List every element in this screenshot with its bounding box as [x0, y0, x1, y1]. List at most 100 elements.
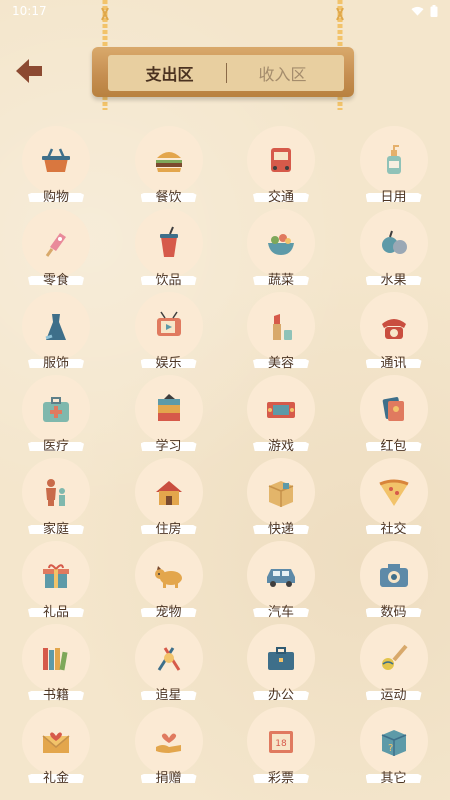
category-item[interactable]: 礼金 — [0, 701, 113, 786]
category-item[interactable]: 书籍 — [0, 618, 113, 703]
category-label: 彩票 — [267, 771, 294, 786]
category-icon-circle — [134, 375, 203, 443]
category-icon-circle — [22, 458, 90, 526]
parcel-icon — [268, 481, 294, 507]
category-icon-circle — [247, 292, 315, 360]
question-box-icon: ? — [381, 730, 406, 756]
category-item[interactable]: 购物 — [0, 120, 113, 205]
status-time: 10:17 — [12, 4, 47, 18]
category-item[interactable]: 水果 — [338, 203, 450, 288]
category-item[interactable]: 零食 — [0, 203, 113, 288]
category-icon-circle — [22, 541, 90, 609]
svg-text:?: ? — [388, 743, 393, 754]
house-icon — [155, 481, 182, 505]
dog-icon — [154, 566, 182, 588]
category-item[interactable]: 饮品 — [113, 203, 226, 288]
category-label: 其它 — [380, 771, 407, 786]
books-icon — [157, 394, 180, 421]
category-icon-circle — [359, 209, 428, 277]
category-item[interactable]: 通讯 — [338, 286, 450, 371]
family-icon — [46, 479, 65, 506]
category-icon-circle — [134, 707, 203, 775]
battery-icon — [430, 5, 438, 17]
category-icon-circle — [134, 292, 203, 360]
category-label: 捐赠 — [155, 771, 182, 786]
category-icon-circle — [134, 209, 203, 277]
category-icon-circle: 18 — [247, 707, 315, 775]
tab-expense[interactable]: 支出区 — [122, 61, 218, 85]
telephone-icon — [381, 319, 406, 339]
category-item[interactable]: 数码 — [338, 535, 450, 620]
category-icon-circle — [22, 375, 90, 443]
burger-icon — [155, 152, 182, 172]
basket-icon — [42, 148, 70, 172]
red-envelope-icon — [382, 397, 404, 421]
category-icon-circle — [359, 292, 428, 360]
category-item[interactable]: 宠物 — [113, 535, 226, 620]
category-icon-circle — [22, 209, 90, 277]
category-item[interactable]: 家庭 — [0, 452, 113, 537]
category-item[interactable]: 游戏 — [225, 369, 338, 454]
status-bar: 10:17 — [0, 0, 450, 22]
category-icon-circle — [247, 458, 315, 526]
category-item[interactable]: 美容 — [225, 286, 338, 371]
category-icon-circle — [247, 209, 315, 277]
category-icon-circle — [134, 458, 203, 526]
category-item[interactable]: 服饰 — [0, 286, 113, 371]
briefcase-icon — [268, 647, 294, 670]
category-item[interactable]: 餐饮 — [113, 120, 226, 205]
popsicle-icon — [45, 233, 66, 257]
donation-icon — [155, 733, 181, 753]
back-arrow-icon — [16, 59, 42, 83]
category-icon-circle — [359, 126, 428, 194]
sports-icon — [381, 644, 408, 670]
bus-icon — [271, 148, 291, 172]
drink-cup-icon — [159, 226, 178, 257]
bookshelf-icon — [43, 648, 68, 671]
gift-icon — [43, 564, 69, 588]
category-item[interactable]: 娱乐 — [113, 286, 226, 371]
category-icon-circle — [247, 541, 315, 609]
category-item[interactable]: ? 其它 — [338, 701, 450, 786]
category-item[interactable]: 社交 — [338, 452, 450, 537]
category-icon-circle — [359, 375, 428, 443]
category-item[interactable]: 住房 — [113, 452, 226, 537]
category-item[interactable]: 汽车 — [225, 535, 338, 620]
category-icon-circle — [247, 624, 315, 692]
salad-bowl-icon — [268, 234, 294, 255]
category-icon-circle — [134, 624, 203, 692]
svg-text:18: 18 — [275, 739, 287, 749]
category-item[interactable]: 日用 — [338, 120, 450, 205]
category-icon-circle: ? — [359, 707, 428, 775]
category-label: 礼金 — [42, 771, 69, 786]
category-icon-circle — [247, 375, 315, 443]
category-item[interactable]: 办公 — [225, 618, 338, 703]
category-item[interactable]: 礼品 — [0, 535, 113, 620]
category-item[interactable]: 捐赠 — [113, 701, 226, 786]
category-icon-circle — [134, 126, 203, 194]
category-item[interactable]: 运动 — [338, 618, 450, 703]
tab-income[interactable]: 收入区 — [235, 61, 331, 85]
category-icon-circle — [359, 458, 428, 526]
category-item[interactable]: 交通 — [225, 120, 338, 205]
medical-kit-icon — [43, 397, 69, 422]
lipstick-icon — [273, 314, 292, 340]
category-item[interactable]: 18 彩票 — [225, 701, 338, 786]
category-grid: 购物 餐饮 交通 日用零食 饮品 蔬菜 水果服饰 娱乐 美容 通讯医疗 学习 游戏 红包家庭 住房 快递 社交… — [0, 120, 450, 786]
category-icon-circle — [359, 624, 428, 692]
category-item[interactable]: 学习 — [113, 369, 226, 454]
category-item[interactable]: 蔬菜 — [225, 203, 338, 288]
category-item[interactable]: 快递 — [225, 452, 338, 537]
category-item[interactable]: 追星 — [113, 618, 226, 703]
fruit-icon — [381, 230, 407, 254]
game-console-icon — [267, 402, 295, 418]
back-button[interactable] — [14, 56, 44, 86]
category-item[interactable]: 红包 — [338, 369, 450, 454]
category-icon-circle — [247, 126, 315, 194]
dress-icon — [45, 314, 66, 340]
bottle-icon — [386, 145, 401, 174]
category-icon-circle — [22, 707, 90, 775]
wifi-icon — [411, 6, 424, 16]
tv-icon — [156, 311, 181, 336]
category-item[interactable]: 医疗 — [0, 369, 113, 454]
